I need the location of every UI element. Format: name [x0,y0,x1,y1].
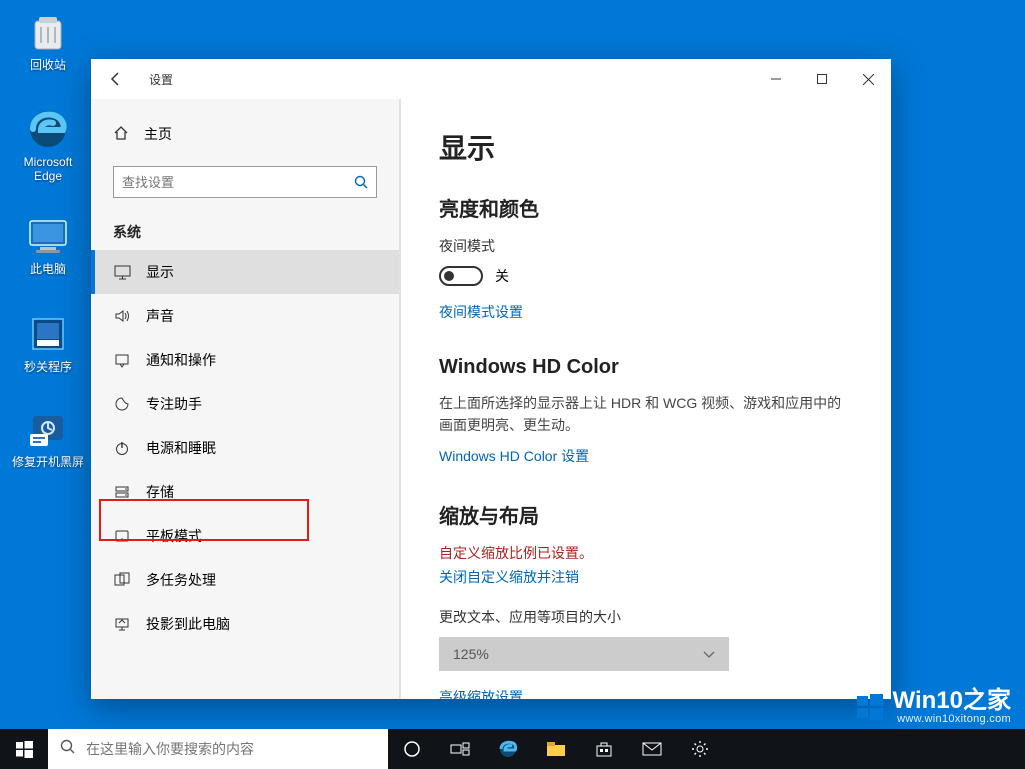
taskbar-edge-icon[interactable] [484,729,532,769]
night-mode-toggle[interactable] [439,266,483,286]
sound-icon [113,307,131,325]
desktop-icon-label: 秒关程序 [24,360,72,374]
close-button[interactable] [845,63,891,95]
watermark-title: Win10之家 [893,689,1011,713]
section-brightness-heading: 亮度和颜色 [439,193,853,222]
advanced-scaling-link[interactable]: 高级缩放设置 [439,687,853,699]
search-input[interactable] [114,175,346,190]
home-label: 主页 [144,124,172,144]
taskbar-store-icon[interactable] [580,729,628,769]
cortana-icon[interactable] [388,729,436,769]
home-icon [113,125,129,144]
watermark-sub: www.win10xitong.com [893,713,1011,725]
sidebar-search[interactable] [113,166,377,198]
desktop-icon-label: 回收站 [30,58,66,72]
recycle-bin-icon [24,8,72,56]
edge-icon [24,105,72,153]
power-icon [113,439,131,457]
section-hdcolor-heading: Windows HD Color [439,356,853,379]
titlebar: 设置 [91,59,891,99]
pc-icon [24,212,72,260]
nav-item-display[interactable]: 显示 [91,250,399,294]
nav-item-focus-assist[interactable]: 专注助手 [91,382,399,426]
desktop-icon-recycle-bin[interactable]: 回收站 [10,8,86,72]
nav-item-project[interactable]: 投影到此电脑 [91,602,399,646]
taskbar-search[interactable] [48,729,388,769]
minimize-button[interactable] [753,63,799,95]
desktop-icon-fix-blackscreen[interactable]: 修复开机黑屏 [10,405,86,469]
hdcolor-description: 在上面所选择的显示器上让 HDR 和 WCG 视频、游戏和应用中的画面更明亮、更… [439,393,853,436]
scaling-warning: 自定义缩放比例已设置。 [439,543,853,563]
night-mode-label: 夜间模式 [439,236,853,256]
hdcolor-settings-link[interactable]: Windows HD Color 设置 [439,446,853,466]
quick-shutdown-icon [24,310,72,358]
nav-label: 声音 [146,306,174,326]
toggle-state-label: 关 [495,266,509,286]
nav-label: 通知和操作 [146,350,216,370]
focus-icon [113,395,131,413]
desktop-icon-label: 此电脑 [30,262,66,276]
display-icon [113,263,131,281]
maximize-button[interactable] [799,63,845,95]
settings-sidebar: 主页 系统 显示 声音 通知和操作 专注助手 [91,99,401,699]
settings-window: 设置 主页 系统 显示 声音 [91,59,891,699]
desktop-icon-label: 修复开机黑屏 [12,455,84,469]
reset-scaling-link[interactable]: 关闭自定义缩放并注销 [439,567,579,587]
multitask-icon [113,571,131,589]
task-view-icon[interactable] [436,729,484,769]
notify-icon [113,351,131,369]
start-button[interactable] [0,729,48,769]
taskbar [0,729,1025,769]
desktop-icon-edge[interactable]: Microsoft Edge [10,105,86,183]
nav-item-notifications[interactable]: 通知和操作 [91,338,399,382]
settings-content: 显示 亮度和颜色 夜间模式 关 夜间模式设置 Windows HD Color … [401,99,891,699]
back-button[interactable] [101,64,131,94]
taskbar-settings-icon[interactable] [676,729,724,769]
nav-label: 专注助手 [146,394,202,414]
nav-label: 电源和睡眠 [146,438,216,458]
text-size-label: 更改文本、应用等项目的大小 [439,607,853,627]
desktop-icon-this-pc[interactable]: 此电脑 [10,212,86,276]
highlight-annotation [99,499,309,541]
taskbar-mail-icon[interactable] [628,729,676,769]
home-button[interactable]: 主页 [91,114,399,154]
window-title: 设置 [149,71,173,88]
scaling-dropdown[interactable]: 125% [439,637,729,671]
watermark: Win10之家 www.win10xitong.com [855,689,1011,725]
section-scaling-heading: 缩放与布局 [439,500,853,529]
nav-label: 显示 [146,262,174,282]
nav-item-power-sleep[interactable]: 电源和睡眠 [91,426,399,470]
page-title: 显示 [439,127,853,167]
fix-blackscreen-icon [24,405,72,453]
nav-item-sound[interactable]: 声音 [91,294,399,338]
project-icon [113,615,131,633]
dropdown-value: 125% [453,646,489,662]
windows-logo-icon [855,692,885,722]
category-label: 系统 [91,208,399,250]
desktop-icon-label: Microsoft Edge [10,155,86,183]
nav-label: 多任务处理 [146,570,216,590]
taskbar-explorer-icon[interactable] [532,729,580,769]
nav-item-multitasking[interactable]: 多任务处理 [91,558,399,602]
night-mode-settings-link[interactable]: 夜间模式设置 [439,302,853,322]
search-icon [346,175,376,190]
chevron-down-icon [703,646,715,662]
desktop-icon-quick-shutdown[interactable]: 秒关程序 [10,310,86,374]
nav-label: 投影到此电脑 [146,614,230,634]
taskbar-search-input[interactable] [86,741,376,757]
search-icon [60,739,76,760]
